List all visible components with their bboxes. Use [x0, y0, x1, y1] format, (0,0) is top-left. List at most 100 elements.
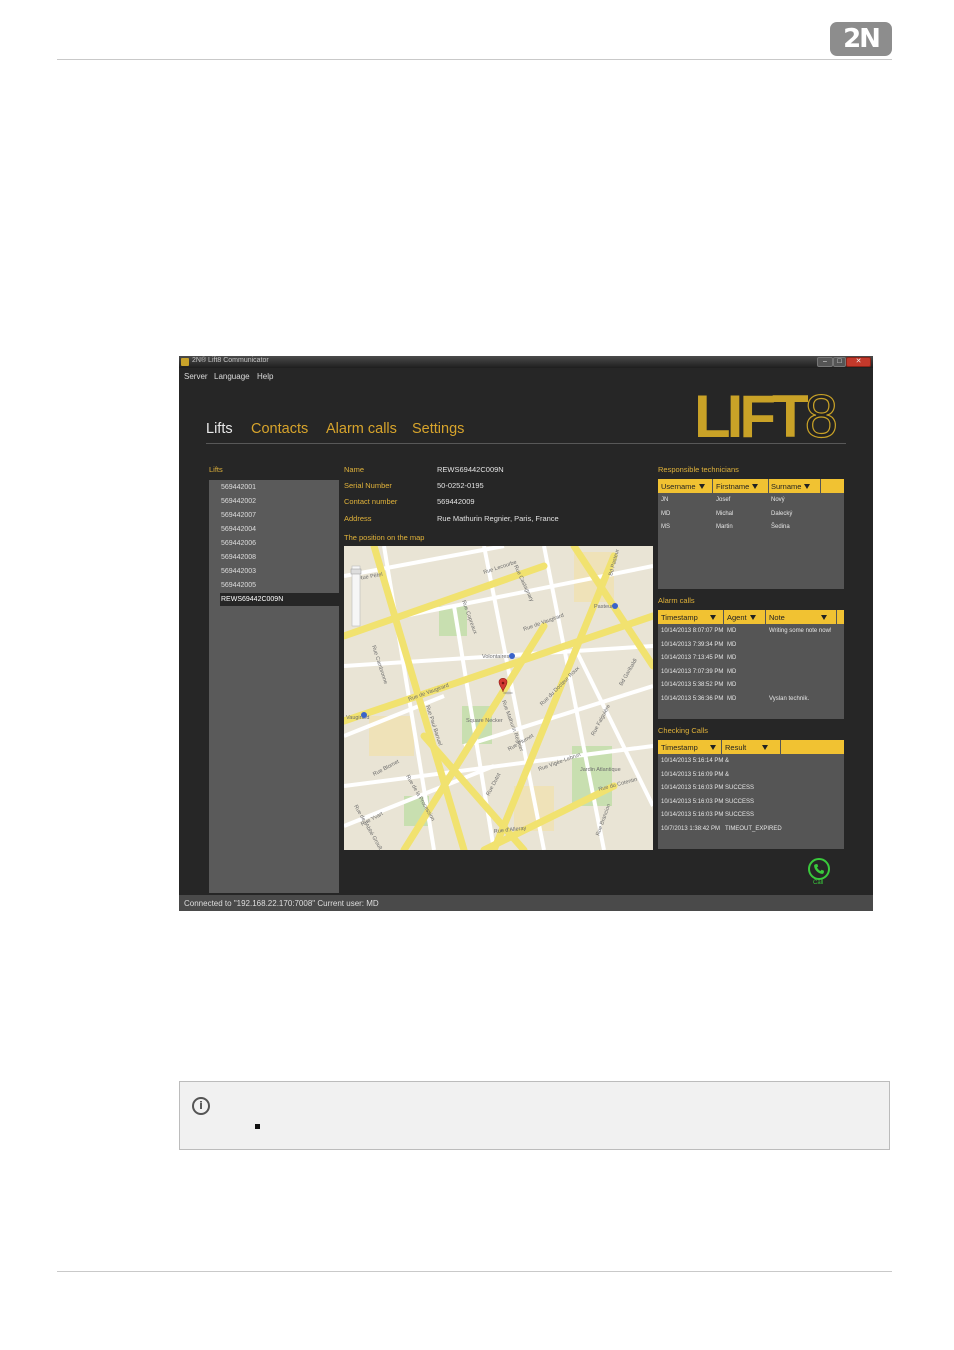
close-button[interactable]: ✕ [846, 357, 871, 367]
name-value: REWS69442C009N [437, 465, 504, 474]
info-icon: i [192, 1097, 210, 1115]
technicians-table-header: Username Firstname Surname [658, 479, 844, 493]
table-cell: Dalecký [771, 511, 793, 517]
location-map[interactable]: Rue Lecourbe Rue de Vaugirard Rue de Vau… [344, 546, 653, 850]
table-cell: SUCCESS [725, 785, 755, 791]
svg-text:Volontaires: Volontaires [482, 654, 509, 660]
filter-icon[interactable] [709, 745, 716, 750]
table-cell: 10/14/2013 7:39:34 PM [661, 642, 724, 648]
call-label: Call [813, 880, 824, 886]
list-item[interactable]: 569442007 [221, 512, 256, 519]
checking-calls-heading: Checking Calls [658, 726, 709, 735]
filter-icon[interactable] [752, 484, 759, 489]
name-label: Name [344, 465, 365, 474]
table-cell: 10/14/2013 5:16:09 PM [661, 772, 724, 778]
table-cell: MD [727, 669, 737, 675]
list-item[interactable]: 569442001 [221, 484, 256, 491]
table-cell: Vyslan technik. [769, 696, 810, 702]
column-agent[interactable]: Agent [727, 613, 756, 622]
table-cell: Josef [716, 497, 731, 503]
list-item[interactable]: 569442003 [221, 568, 256, 575]
info-box: i [179, 1081, 890, 1150]
menu-language[interactable]: Language [214, 372, 250, 381]
list-item[interactable]: 569442002 [221, 498, 256, 505]
technicians-heading: Responsible technicians [658, 465, 739, 474]
list-item[interactable]: 569442006 [221, 540, 256, 547]
alarm-calls-heading: Alarm calls [658, 596, 695, 605]
title-bar: 2N® Lift8 Communicator – □ ✕ [179, 356, 873, 368]
table-cell: JN [661, 497, 669, 503]
footer-divider [57, 1271, 892, 1272]
table-cell: 10/14/2013 5:16:03 PM [661, 785, 724, 791]
app-icon [181, 358, 189, 366]
table-cell: 10/14/2013 8:07:07 PM [661, 628, 724, 634]
checking-calls-table: Timestamp Result 10/14/2013 5:16:14 PM &… [658, 740, 844, 849]
svg-text:Square Necker: Square Necker [466, 718, 503, 724]
tab-divider [206, 443, 846, 444]
column-surname[interactable]: Surname [771, 482, 811, 491]
bullet-point [255, 1124, 260, 1129]
map-heading: The position on the map [344, 533, 425, 542]
phone-icon [814, 864, 824, 874]
lift8-communicator-window: 2N® Lift8 Communicator – □ ✕ Server Lang… [179, 356, 873, 911]
header-divider [57, 59, 892, 60]
table-cell: MD [661, 511, 671, 517]
contact-number-value: 569442009 [437, 497, 475, 506]
window-title: 2N® Lift8 Communicator [192, 357, 269, 364]
tab-contacts[interactable]: Contacts [251, 421, 308, 437]
status-text: Connected to "192.168.22.170:7008" Curre… [184, 899, 379, 908]
column-note[interactable]: Note [769, 613, 827, 622]
filter-icon[interactable] [698, 484, 705, 489]
tab-lifts[interactable]: Lifts [206, 421, 233, 437]
tab-settings[interactable]: Settings [412, 421, 464, 437]
table-cell: 10/14/2013 5:16:14 PM [661, 758, 724, 764]
table-cell: MD [727, 628, 737, 634]
table-cell: & [725, 758, 730, 764]
brand-logo-2n: 2N [830, 22, 892, 56]
svg-text:Pasteur: Pasteur [594, 604, 613, 610]
table-cell: TIMEOUT_EXPIRED [725, 826, 782, 832]
minimize-button[interactable]: – [817, 357, 833, 367]
technicians-table: Username Firstname Surname JN Josef Nový… [658, 479, 844, 589]
list-item[interactable]: 569442008 [221, 554, 256, 561]
serial-number-value: 50-0252-0195 [437, 481, 484, 490]
table-cell: 10/7/2013 1:38:42 PM [661, 826, 721, 832]
lifts-heading: Lifts [209, 465, 223, 474]
filter-icon[interactable] [749, 615, 756, 620]
filter-icon[interactable] [709, 615, 716, 620]
table-cell: MD [727, 696, 737, 702]
svg-text:Jardin Atlantique: Jardin Atlantique [580, 767, 621, 773]
list-item-selected[interactable]: REWS69442C009N [221, 596, 283, 603]
table-cell: Michal [716, 511, 734, 517]
lift8-logo: LIFT8 [694, 387, 838, 439]
status-bar: Connected to "192.168.22.170:7008" Curre… [179, 895, 873, 911]
column-username[interactable]: Username [661, 482, 705, 491]
address-value: Rue Mathurin Regnier, Paris, France [437, 514, 559, 523]
table-cell: Martin [716, 524, 733, 530]
table-cell: MD [727, 642, 737, 648]
list-item[interactable]: 569442004 [221, 526, 256, 533]
contact-number-label: Contact number [344, 497, 398, 506]
table-cell: SUCCESS [725, 812, 755, 818]
table-cell: Writing some note now! [769, 628, 832, 634]
menu-server[interactable]: Server [184, 372, 208, 381]
filter-icon[interactable] [820, 615, 827, 620]
menu-help[interactable]: Help [257, 372, 273, 381]
maximize-button[interactable]: □ [833, 357, 846, 367]
alarm-calls-table-header: Timestamp Agent Note [658, 610, 844, 624]
column-result[interactable]: Result [725, 743, 769, 752]
menu-bar: Server Language Help [179, 369, 873, 383]
filter-icon[interactable] [762, 745, 769, 750]
lifts-list[interactable]: 569442001 569442002 569442007 569442004 … [209, 480, 339, 893]
table-cell: 10/14/2013 7:13:45 PM [661, 655, 724, 661]
column-timestamp[interactable]: Timestamp [661, 743, 716, 752]
table-cell: & [725, 772, 730, 778]
call-button[interactable] [808, 858, 830, 880]
tab-alarm-calls[interactable]: Alarm calls [326, 421, 397, 437]
list-item[interactable]: 569442005 [221, 582, 256, 589]
column-firstname[interactable]: Firstname [716, 482, 759, 491]
filter-icon[interactable] [804, 484, 811, 489]
column-timestamp[interactable]: Timestamp [661, 613, 716, 622]
table-cell: SUCCESS [725, 799, 755, 805]
table-cell: 10/14/2013 5:38:52 PM [661, 682, 724, 688]
